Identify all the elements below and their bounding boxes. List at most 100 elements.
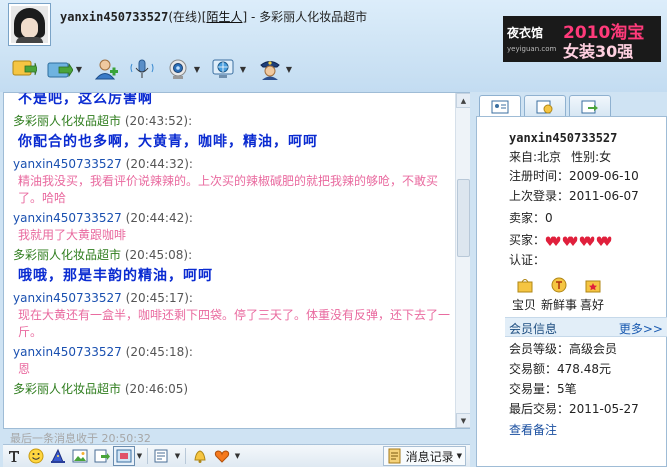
folder-transfer-icon <box>46 57 74 81</box>
police-icon <box>256 57 284 81</box>
chevron-down-icon[interactable]: ▼ <box>238 57 248 81</box>
monitor-globe-icon <box>210 57 238 81</box>
message-sender[interactable]: 多彩丽人化妆品超市 <box>13 382 121 396</box>
message-header: yanxin450733527 (20:44:42): <box>13 210 453 227</box>
stranger-link[interactable]: 陌生人 <box>206 10 242 24</box>
contact-profile-panel: yanxin450733527 来自:北京 性别:女 注册时间：2009-06-1… <box>476 116 667 467</box>
shop-items-link[interactable]: 宝贝 <box>509 277 541 313</box>
tab-profile[interactable] <box>479 95 521 118</box>
message: yanxin450733527 (20:45:17): 现在大黄还有一盒半，咖啡… <box>4 290 453 341</box>
message-time: (20:45:18): <box>125 345 193 359</box>
message: 多彩丽人化妆品超市 (20:43:52): 你配合的也多啊，大黄青，咖啡，精油，… <box>4 113 453 153</box>
chevron-down-icon[interactable]: ▼ <box>192 57 202 81</box>
file-send-icon <box>94 449 110 463</box>
tab-history[interactable] <box>524 95 566 117</box>
message-time: (20:45:08): <box>124 248 193 262</box>
shop-name: - 多彩丽人化妆品超市 <box>247 10 368 24</box>
buyer-label: 买家： <box>509 233 546 247</box>
window-title: yanxin450733527(在线)[陌生人] - 多彩丽人化妆品超市 <box>60 10 368 24</box>
message-body: 不是吧，这么厉害啊 <box>18 92 153 107</box>
shop-bag-icon <box>517 279 533 293</box>
scroll-thumb[interactable] <box>457 179 470 257</box>
bell-icon <box>194 450 206 463</box>
add-user-icon <box>92 57 120 81</box>
buyer-hearts[interactable] <box>545 235 613 247</box>
gender-value: 女 <box>599 150 612 164</box>
message-time: (20:44:32): <box>125 157 193 171</box>
member-level: 会员等级：高级会员 <box>509 342 618 356</box>
message-body: 精油我没买，我看评价说辣辣的。上次买的辣椒碱肥的就把我辣的够呛，不敢买了。哈哈 <box>18 174 439 205</box>
message-history-button[interactable]: 消息记录 ▼ <box>382 446 466 466</box>
message-header: 多彩丽人化妆品超市 (20:43:52): <box>13 113 453 130</box>
chat-window-header: yanxin450733527(在线)[陌生人] - 多彩丽人化妆品超市 夜衣馆… <box>0 0 667 92</box>
from-value: 北京 <box>537 150 562 164</box>
police-report-button[interactable]: ▼ <box>256 55 294 83</box>
video-button[interactable]: ▼ <box>164 55 202 83</box>
send-file-icon <box>10 57 38 81</box>
ad-line2-text: 女装30强 <box>563 42 634 61</box>
trade-amount: 交易额：478.48元 <box>509 362 611 376</box>
message-sender[interactable]: 多彩丽人化妆品超市 <box>13 114 121 128</box>
tab-trade[interactable] <box>569 95 611 117</box>
send-file-small-button[interactable] <box>91 446 113 466</box>
online-status: (在线) <box>168 10 202 24</box>
webcam-icon <box>164 57 192 81</box>
message-body: 现在大黄还有一盒半，咖啡还剩下四袋。停了三天了。体重没有反弹，还下去了一斤。 <box>18 308 451 339</box>
magic-button[interactable] <box>47 446 69 466</box>
toolbar-divider <box>147 448 148 464</box>
message-sender[interactable]: 多彩丽人化妆品超市 <box>13 248 121 262</box>
chevron-down-icon[interactable]: ▼ <box>457 452 462 460</box>
quick-phrase-icon <box>154 449 168 463</box>
font-icon <box>9 451 19 462</box>
chevron-down-icon[interactable]: ▼ <box>135 452 144 460</box>
chevron-down-icon[interactable]: ▼ <box>233 452 242 460</box>
scroll-up-icon[interactable]: ▲ <box>456 93 470 108</box>
shake-button[interactable] <box>189 446 211 466</box>
add-contact-button[interactable] <box>92 55 120 83</box>
send-file-button[interactable] <box>10 55 38 83</box>
message-header: 多彩丽人化妆品超市 (20:46:05) <box>13 381 453 398</box>
message-body: 哦哦，那是丰韵的精油，呵呵 <box>18 268 213 284</box>
quick-reply-button[interactable] <box>151 446 173 466</box>
remote-assist-button[interactable]: ▼ <box>210 55 248 83</box>
message-sender[interactable]: yanxin450733527 <box>13 345 122 359</box>
news-link[interactable]: 新鲜事 <box>541 277 577 313</box>
chat-history[interactable]: 不是吧，这么厉害啊 多彩丽人化妆品超市 (20:43:52): 你配合的也多啊，… <box>3 92 470 429</box>
font-button[interactable] <box>3 446 25 466</box>
image-button[interactable] <box>69 446 91 466</box>
message: 多彩丽人化妆品超市 (20:45:08): 哦哦，那是丰韵的精油，呵呵 <box>4 247 453 287</box>
chevron-down-icon[interactable]: ▼ <box>74 57 84 81</box>
member-info-header: 会员信息 更多>> <box>505 317 667 337</box>
favorites-label: 喜好 <box>579 298 604 312</box>
message-body: 恩 <box>18 362 31 376</box>
heart-button[interactable] <box>211 446 233 466</box>
message-sender[interactable]: yanxin450733527 <box>13 211 122 225</box>
screenshot-icon <box>116 449 132 463</box>
transfer-button[interactable]: ▼ <box>46 55 84 83</box>
message-sender[interactable]: yanxin450733527 <box>13 291 122 305</box>
chevron-down-icon[interactable]: ▼ <box>173 452 182 460</box>
emoticon-button[interactable] <box>25 446 47 466</box>
screenshot-button[interactable] <box>113 446 135 466</box>
contact-avatar[interactable] <box>8 3 51 46</box>
voice-button[interactable] <box>128 55 156 83</box>
message-time: (20:45:17): <box>125 291 193 305</box>
picture-icon <box>72 449 88 463</box>
heart-icon <box>579 235 595 247</box>
profile-shortcuts: 宝贝 新鲜事 喜好 <box>509 277 611 313</box>
shop-items-label: 宝贝 <box>511 298 536 312</box>
favorite-box-icon <box>585 280 601 293</box>
scroll-down-icon[interactable]: ▼ <box>456 413 470 428</box>
chat-scrollbar[interactable]: ▲ ▼ <box>455 93 470 428</box>
wizard-hat-icon <box>51 448 65 463</box>
heart-icon <box>545 235 561 247</box>
message-sender[interactable]: yanxin450733527 <box>13 157 122 171</box>
message-body: 我就用了大黄跟咖啡 <box>18 228 127 242</box>
ad-banner[interactable]: 夜衣馆 yeyiguan.com 2010淘宝 女装30强 <box>503 16 661 62</box>
microphone-icon <box>128 57 156 81</box>
chevron-down-icon[interactable]: ▼ <box>284 57 294 81</box>
favorites-link[interactable]: 喜好 <box>577 277 609 313</box>
view-notes-link[interactable]: 查看备注 <box>509 421 557 438</box>
member-more-link[interactable]: 更多>> <box>619 320 663 337</box>
heart-icon <box>596 235 612 247</box>
